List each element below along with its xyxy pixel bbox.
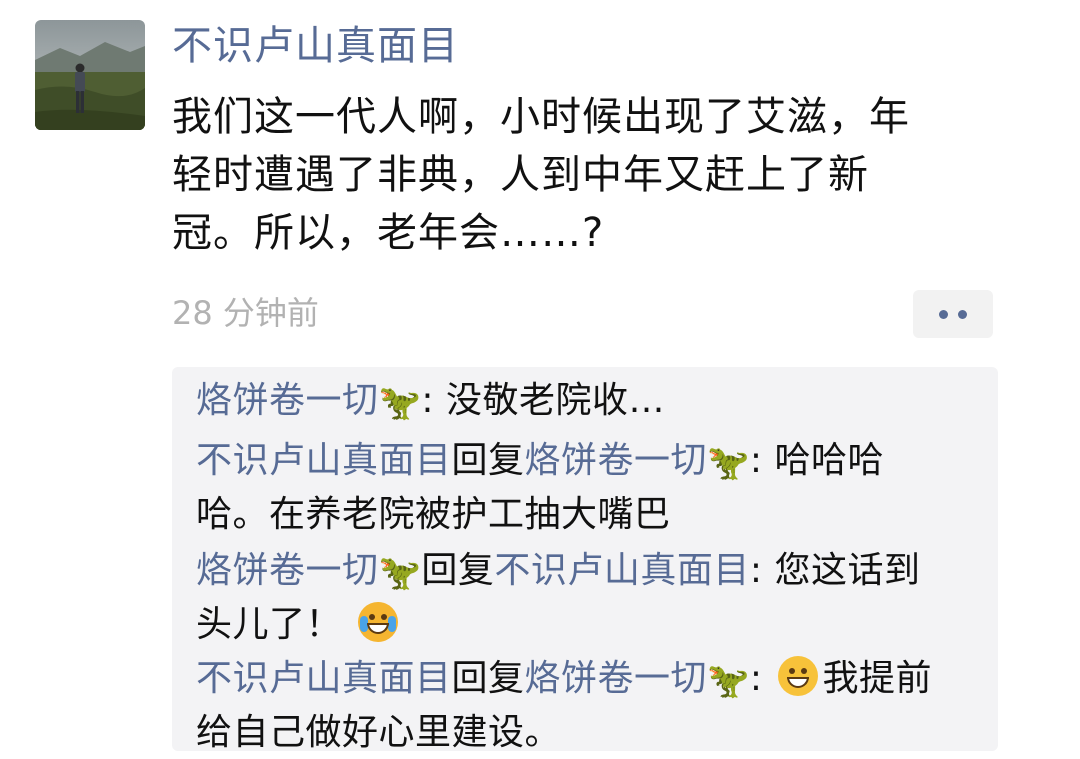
avatar-image (35, 20, 145, 130)
comments-panel: 烙饼卷一切🦖: 没敬老院收… 不识卢山真面目回复烙饼卷一切🦖: 哈哈哈 哈。在养… (172, 367, 998, 753)
reply-to-name[interactable]: 烙饼卷一切 (525, 440, 708, 481)
moment-post: 不识卢山真面目 我们这一代人啊，小时候出现了艾滋，年 轻时遭遇了非典，人到中年又… (0, 0, 1080, 759)
grinning-face-emoji-icon (778, 656, 819, 696)
reply-label: 回复 (451, 658, 525, 699)
comment-author[interactable]: 烙饼卷一切 (196, 380, 379, 421)
comment-separator: : (749, 440, 763, 481)
t-rex-emoji-icon: 🦖 (378, 383, 422, 423)
comment-text-line: 给自己做好心里建设。 (196, 712, 562, 753)
reply-label: 回复 (421, 550, 495, 591)
reply-to-name[interactable]: 烙饼卷一切 (525, 658, 708, 699)
more-actions-button[interactable] (913, 290, 993, 338)
reply-label: 回复 (451, 440, 525, 481)
comment-item[interactable]: 不识卢山真面目回复烙饼卷一切🦖: 哈哈哈 哈。在养老院被护工抽大嘴巴 (196, 435, 988, 541)
comment-text-line: 没敬老院收… (445, 380, 665, 421)
post-text-line: 轻时遭遇了非典，人到中年又赶上了新 (172, 152, 869, 198)
t-rex-emoji-icon: 🦖 (707, 661, 750, 701)
more-dots-icon (958, 309, 967, 319)
comment-item[interactable]: 烙饼卷一切🦖: 没敬老院收… (196, 375, 988, 429)
comment-separator: : (421, 380, 434, 421)
comment-separator: : (749, 550, 763, 591)
post-timestamp: 28 分钟前 (172, 294, 319, 332)
comment-text-line: 您这话到 (774, 550, 921, 591)
rolling-laughing-crying-emoji-icon (357, 602, 398, 642)
comment-author[interactable]: 不识卢山真面目 (196, 440, 452, 481)
comment-text-line: 我提前 (822, 658, 932, 699)
comment-text-line: 哈。在养老院被护工抽大嘴巴 (196, 494, 671, 535)
avatar[interactable] (35, 20, 145, 130)
comment-item[interactable]: 烙饼卷一切🦖回复不识卢山真面目: 您这话到 头儿了！ (196, 545, 988, 651)
t-rex-emoji-icon: 🦖 (378, 553, 422, 593)
post-text-line: 冠。所以，老年会……? (172, 210, 605, 256)
comment-author[interactable]: 烙饼卷一切 (196, 550, 379, 591)
comment-text-line: 哈哈哈 (774, 440, 884, 481)
more-dots-icon (939, 309, 948, 319)
comment-separator: : (749, 658, 763, 699)
post-author-name[interactable]: 不识卢山真面目 (172, 18, 459, 74)
reply-to-name[interactable]: 不识卢山真面目 (494, 550, 750, 591)
comment-author[interactable]: 不识卢山真面目 (196, 658, 452, 699)
post-text: 我们这一代人啊，小时候出现了艾滋，年 轻时遭遇了非典，人到中年又赶上了新 冠。所… (172, 88, 1012, 262)
comment-text-line: 头儿了！ (196, 604, 343, 645)
comment-item[interactable]: 不识卢山真面目回复烙饼卷一切🦖: 我提前 给自己做好心里建设。 (196, 653, 988, 759)
t-rex-emoji-icon: 🦖 (707, 443, 750, 483)
post-text-line: 我们这一代人啊，小时候出现了艾滋，年 (172, 94, 910, 140)
